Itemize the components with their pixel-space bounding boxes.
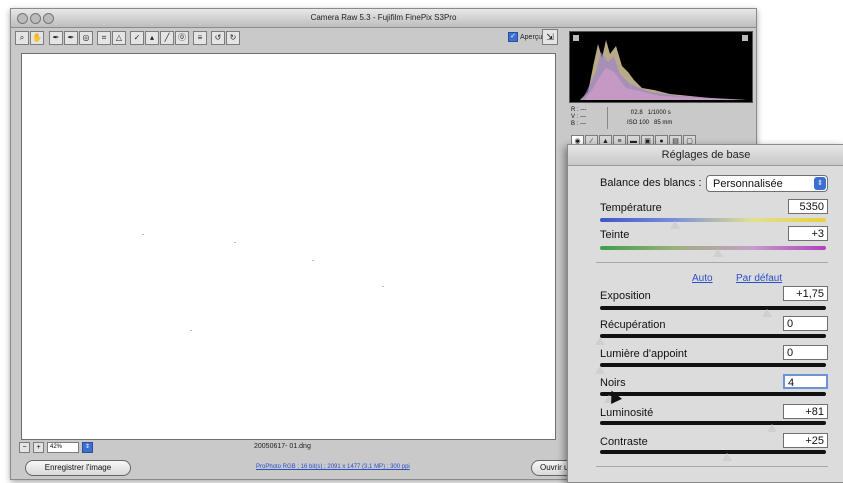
focal-length-value: 85 mm bbox=[654, 120, 673, 126]
color-sampler-tool-icon[interactable]: ✒ bbox=[64, 31, 78, 45]
rotate-left-icon[interactable]: ↺ bbox=[211, 31, 225, 45]
minimize-window-button[interactable] bbox=[30, 13, 41, 24]
slider-label-contrast: Contraste bbox=[600, 436, 648, 448]
recovery-slider-thumb[interactable] bbox=[595, 337, 605, 345]
v-label: V : bbox=[571, 114, 579, 120]
chevron-updown-icon: ⇕ bbox=[814, 177, 826, 190]
image-detail bbox=[142, 234, 144, 235]
spot-removal-tool-icon[interactable]: ✓ bbox=[130, 31, 144, 45]
recovery-field[interactable]: 0 bbox=[783, 316, 828, 331]
preferences-icon[interactable]: ≡ bbox=[193, 31, 207, 45]
auto-link[interactable]: Auto bbox=[692, 273, 713, 284]
divider bbox=[596, 466, 828, 467]
b-value: --- bbox=[580, 121, 587, 127]
panel-title: Réglages de base bbox=[568, 145, 843, 166]
panel-body: Balance des blancs : Personnalisée ⇕ Tem… bbox=[568, 166, 843, 482]
brightness-slider-thumb[interactable] bbox=[766, 424, 777, 432]
blacks-field[interactable]: 4 bbox=[783, 374, 828, 389]
window-title: Camera Raw 5.3 - Fujifilm FinePix S3Pro bbox=[310, 13, 457, 22]
contrast-field[interactable]: +25 bbox=[783, 433, 828, 448]
white-balance-value: Personnalisée bbox=[713, 178, 783, 190]
crop-tool-icon[interactable]: ⌗ bbox=[97, 31, 111, 45]
slider-label-brightness: Luminosité bbox=[600, 407, 654, 419]
brightness-slider[interactable] bbox=[600, 421, 826, 425]
fill-light-field[interactable]: 0 bbox=[783, 345, 828, 360]
white-balance-select[interactable]: Personnalisée ⇕ bbox=[706, 175, 828, 192]
tint-slider-thumb[interactable] bbox=[712, 249, 723, 257]
zoom-tool-icon[interactable]: ⌕ bbox=[15, 31, 29, 45]
adjustment-brush-icon[interactable]: ╱ bbox=[160, 31, 174, 45]
basic-settings-panel: Réglages de base Balance des blancs : Pe… bbox=[567, 144, 843, 483]
default-link[interactable]: Par défaut bbox=[736, 273, 782, 284]
slider-label-tint: Teinte bbox=[600, 229, 630, 241]
image-detail bbox=[190, 330, 192, 331]
zoom-in-icon[interactable]: + bbox=[33, 442, 44, 453]
slider-label-exposure: Exposition bbox=[600, 290, 651, 302]
fullscreen-toggle-icon[interactable]: ⇲ bbox=[542, 29, 558, 45]
hand-tool-icon[interactable]: ✋ bbox=[30, 31, 44, 45]
aperture-value: f/2.8 bbox=[631, 110, 643, 116]
zoom-level-select[interactable]: 42% bbox=[47, 442, 79, 453]
white-balance-tool-icon[interactable]: ✒ bbox=[49, 31, 63, 45]
fill-light-slider-thumb[interactable] bbox=[595, 366, 605, 374]
chevron-updown-icon[interactable]: ⇕ bbox=[82, 442, 93, 453]
preview-status-bar: − + 42% ⇕ 20050617- 01.dng bbox=[19, 442, 559, 456]
image-detail bbox=[312, 260, 314, 261]
histogram bbox=[569, 31, 753, 103]
graduated-filter-icon[interactable]: ⓪ bbox=[175, 31, 189, 45]
pixel-readout: R : --- V : --- B : --- f/2.8 1/1000 s I… bbox=[571, 107, 751, 131]
blacks-slider[interactable] bbox=[600, 392, 826, 396]
exposure-slider[interactable] bbox=[600, 306, 826, 310]
rotate-right-icon[interactable]: ↻ bbox=[226, 31, 240, 45]
iso-value: ISO 100 bbox=[627, 120, 650, 126]
recovery-slider[interactable] bbox=[600, 334, 826, 338]
highlight-clip-warning-icon[interactable] bbox=[742, 35, 748, 41]
r-value: --- bbox=[580, 107, 587, 113]
checkbox-checked-icon[interactable]: ✓ bbox=[508, 32, 518, 42]
zoom-out-icon[interactable]: − bbox=[19, 442, 30, 453]
slider-label-temperature: Température bbox=[600, 202, 662, 214]
temperature-slider-thumb[interactable] bbox=[669, 221, 680, 229]
workflow-options-link[interactable]: ProPhoto RGB ; 16 bit(s) ; 2091 x 1477 (… bbox=[256, 464, 410, 470]
tool-bar: ⌕ ✋ ✒ ✒ ◎ ⌗ △ ✓ ▴ ╱ ⓪ ≡ ↺ ↻ bbox=[15, 31, 550, 47]
b-label: B : bbox=[571, 121, 579, 127]
close-window-button[interactable] bbox=[17, 13, 28, 24]
fill-light-slider[interactable] bbox=[600, 363, 826, 367]
file-name: 20050617- 01.dng bbox=[254, 443, 311, 450]
temperature-field[interactable]: 5350 bbox=[788, 199, 828, 214]
exposure-field[interactable]: +1,75 bbox=[783, 286, 828, 301]
slider-label-fill-light: Lumière d'appoint bbox=[600, 348, 688, 360]
r-label: R : bbox=[571, 107, 579, 113]
histogram-graph bbox=[573, 35, 748, 100]
image-preview[interactable] bbox=[21, 53, 556, 440]
image-detail bbox=[234, 242, 236, 243]
shadow-clip-warning-icon[interactable] bbox=[573, 35, 579, 41]
save-image-button[interactable]: Enregistrer l'image bbox=[25, 460, 131, 476]
contrast-slider[interactable] bbox=[600, 450, 826, 454]
preview-toggle[interactable]: ✓ Aperçu bbox=[508, 32, 542, 42]
target-adjust-tool-icon[interactable]: ◎ bbox=[79, 31, 93, 45]
slider-label-blacks: Noirs bbox=[600, 377, 626, 389]
temperature-slider[interactable] bbox=[600, 218, 826, 222]
straighten-tool-icon[interactable]: △ bbox=[112, 31, 126, 45]
image-detail bbox=[382, 286, 384, 287]
v-value: --- bbox=[580, 114, 587, 120]
exposure-slider-thumb[interactable] bbox=[762, 309, 773, 317]
contrast-slider-thumb[interactable] bbox=[721, 453, 732, 461]
slider-label-recovery: Récupération bbox=[600, 319, 666, 331]
zoom-window-button[interactable] bbox=[43, 13, 54, 24]
zoom-control: − + 42% ⇕ bbox=[19, 442, 93, 453]
shutter-value: 1/1000 s bbox=[647, 110, 671, 116]
preview-label: Aperçu bbox=[520, 33, 543, 41]
brightness-field[interactable]: +81 bbox=[783, 404, 828, 419]
window-titlebar: Camera Raw 5.3 - Fujifilm FinePix S3Pro bbox=[11, 9, 756, 28]
red-eye-tool-icon[interactable]: ▴ bbox=[145, 31, 159, 45]
divider bbox=[596, 262, 828, 263]
tint-field[interactable]: +3 bbox=[788, 226, 828, 241]
white-balance-label: Balance des blancs : bbox=[600, 177, 702, 189]
